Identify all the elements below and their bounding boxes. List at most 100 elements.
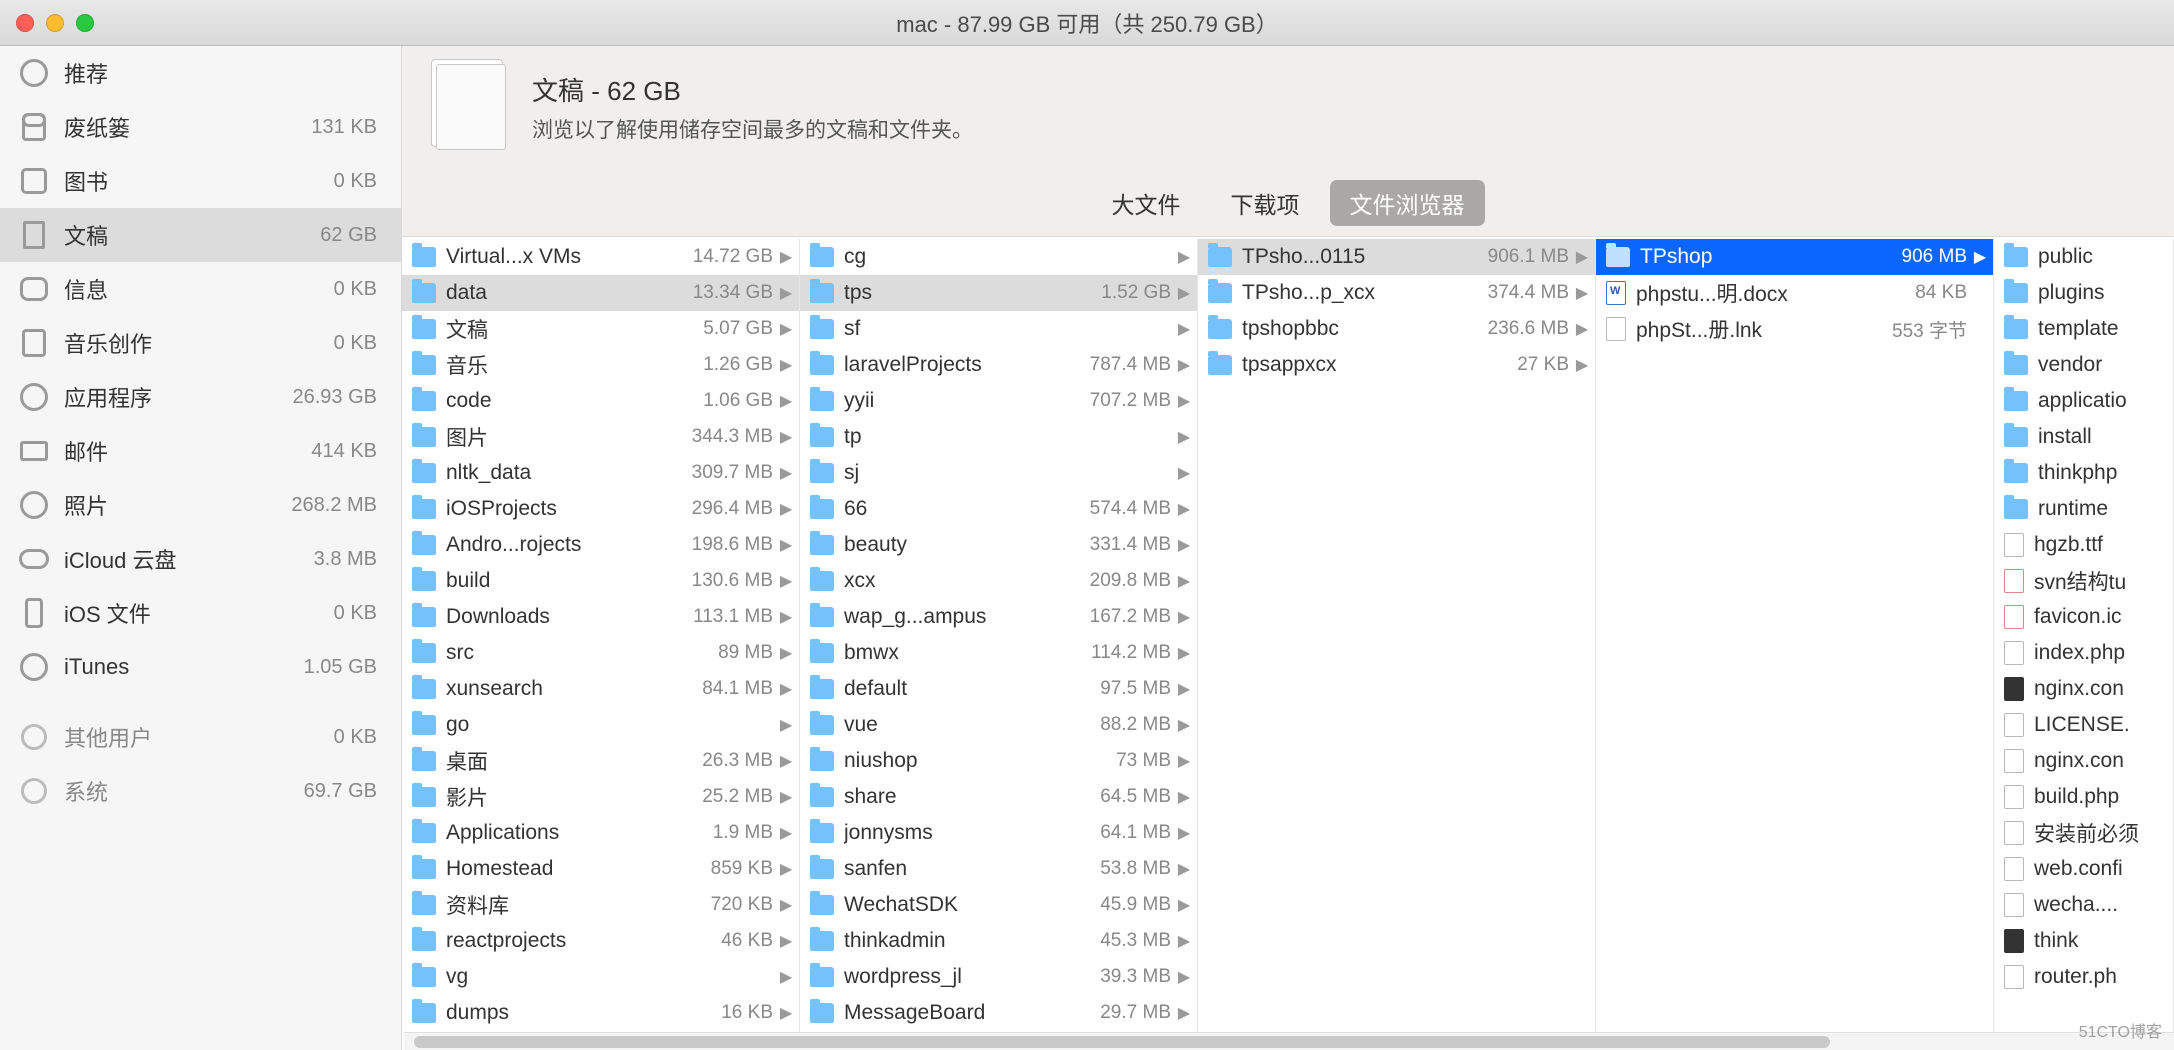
zoom-button[interactable] [76,14,94,32]
file-row[interactable]: xunsearch 84.1 MB ▶ [402,671,799,707]
file-row[interactable]: sj ▶ [800,455,1197,491]
file-row[interactable]: sf ▶ [800,311,1197,347]
file-row[interactable]: plugins [1994,275,2173,311]
file-row[interactable]: Homestead 859 KB ▶ [402,851,799,887]
file-row[interactable]: vue 88.2 MB ▶ [800,707,1197,743]
file-row[interactable]: Andro...rojects 198.6 MB ▶ [402,527,799,563]
file-row[interactable]: tpshopbbc 236.6 MB ▶ [1198,311,1595,347]
file-row[interactable]: TPshop 906 MB ▶ [1596,239,1993,275]
file-row[interactable]: jonnysms 64.1 MB ▶ [800,815,1197,851]
file-row[interactable]: 资料库 720 KB ▶ [402,887,799,923]
sidebar-item-itunes[interactable]: iTunes 1.05 GB [0,640,401,694]
file-row[interactable]: tps 1.52 GB ▶ [800,275,1197,311]
browser-column[interactable]: TPshop 906 MB ▶ phpstu...明.docx 84 KB ph… [1596,239,1994,1050]
sidebar-item-music[interactable]: 音乐创作 0 KB [0,316,401,370]
red-icon [2004,569,2024,593]
file-row[interactable]: go ▶ [402,707,799,743]
close-button[interactable] [16,14,34,32]
file-row[interactable]: reactprojects 46 KB ▶ [402,923,799,959]
file-row[interactable]: index.php [1994,635,2173,671]
file-row[interactable]: beauty 331.4 MB ▶ [800,527,1197,563]
file-row[interactable]: hgzb.ttf [1994,527,2173,563]
file-row[interactable]: wecha.... [1994,887,2173,923]
file-row[interactable]: install [1994,419,2173,455]
file-row[interactable]: build.php [1994,779,2173,815]
sidebar-item-docs[interactable]: 文稿 62 GB [0,208,401,262]
file-row[interactable]: xcx 209.8 MB ▶ [800,563,1197,599]
file-row[interactable]: runtime [1994,491,2173,527]
horizontal-scrollbar[interactable] [404,1032,2174,1050]
file-row[interactable]: iOSProjects 296.4 MB ▶ [402,491,799,527]
file-row[interactable]: yyii 707.2 MB ▶ [800,383,1197,419]
file-row[interactable]: nginx.con [1994,743,2173,779]
sidebar-item-photos[interactable]: 照片 268.2 MB [0,478,401,532]
file-row[interactable]: 影片 25.2 MB ▶ [402,779,799,815]
file-row[interactable]: sanfen 53.8 MB ▶ [800,851,1197,887]
file-row[interactable]: bmwx 114.2 MB ▶ [800,635,1197,671]
sidebar-item-system[interactable]: 系统 69.7 GB [0,764,401,818]
tab-文件浏览器[interactable]: 文件浏览器 [1330,180,1485,226]
file-row[interactable]: vg ▶ [402,959,799,995]
file-row[interactable]: tp ▶ [800,419,1197,455]
file-row[interactable]: 文稿 5.07 GB ▶ [402,311,799,347]
file-row[interactable]: dumps 16 KB ▶ [402,995,799,1031]
file-row[interactable]: LICENSE. [1994,707,2173,743]
file-row[interactable]: wordpress_jl 39.3 MB ▶ [800,959,1197,995]
file-row[interactable]: default 97.5 MB ▶ [800,671,1197,707]
file-row[interactable]: build 130.6 MB ▶ [402,563,799,599]
file-row[interactable]: MessageBoard 29.7 MB ▶ [800,995,1197,1031]
file-row[interactable]: thinkadmin 45.3 MB ▶ [800,923,1197,959]
file-row[interactable]: 安装前必须 [1994,815,2173,851]
file-row[interactable]: public [1994,239,2173,275]
file-row[interactable]: favicon.ic [1994,599,2173,635]
file-row[interactable]: laravelProjects 787.4 MB ▶ [800,347,1197,383]
file-row[interactable]: code 1.06 GB ▶ [402,383,799,419]
scrollbar-thumb[interactable] [414,1036,1830,1048]
file-row[interactable]: 桌面 26.3 MB ▶ [402,743,799,779]
file-row[interactable]: WechatSDK 45.9 MB ▶ [800,887,1197,923]
sidebar-recommend[interactable]: 推荐 [0,46,401,100]
browser-column[interactable]: TPsho...0115 906.1 MB ▶ TPsho...p_xcx 37… [1198,239,1596,1050]
file-row[interactable]: TPsho...0115 906.1 MB ▶ [1198,239,1595,275]
file-row[interactable]: nltk_data 309.7 MB ▶ [402,455,799,491]
file-row[interactable]: cg ▶ [800,239,1197,275]
browser-column[interactable]: Virtual...x VMs 14.72 GB ▶ data 13.34 GB… [402,239,800,1050]
file-row[interactable]: svn结构tu [1994,563,2173,599]
file-row[interactable]: applicatio [1994,383,2173,419]
sidebar-item-mail[interactable]: 邮件 414 KB [0,424,401,478]
sidebar-item-messages[interactable]: 信息 0 KB [0,262,401,316]
file-row[interactable]: thinkphp [1994,455,2173,491]
file-row[interactable]: niushop 73 MB ▶ [800,743,1197,779]
file-row[interactable]: tpsappxcx 27 KB ▶ [1198,347,1595,383]
file-row[interactable]: nginx.con [1994,671,2173,707]
file-row[interactable]: template [1994,311,2173,347]
sidebar-item-books[interactable]: 图书 0 KB [0,154,401,208]
tab-大文件[interactable]: 大文件 [1092,180,1201,226]
sidebar-item-ios[interactable]: iOS 文件 0 KB [0,586,401,640]
file-row[interactable]: Downloads 113.1 MB ▶ [402,599,799,635]
file-row[interactable]: phpstu...明.docx 84 KB [1596,275,1993,311]
file-row[interactable]: 66 574.4 MB ▶ [800,491,1197,527]
file-row[interactable]: 音乐 1.26 GB ▶ [402,347,799,383]
file-row[interactable]: think [1994,923,2173,959]
browser-column[interactable]: cg ▶ tps 1.52 GB ▶ sf ▶ laravelProjects … [800,239,1198,1050]
browser-column[interactable]: public plugins template vendor applicati… [1994,239,2174,1050]
file-row[interactable]: router.ph [1994,959,2173,995]
file-row[interactable]: 图片 344.3 MB ▶ [402,419,799,455]
file-row[interactable]: src 89 MB ▶ [402,635,799,671]
tab-下载项[interactable]: 下载项 [1211,180,1320,226]
file-row[interactable]: TPsho...p_xcx 374.4 MB ▶ [1198,275,1595,311]
sidebar-item-trash[interactable]: 废纸篓 131 KB [0,100,401,154]
file-row[interactable]: wap_g...ampus 167.2 MB ▶ [800,599,1197,635]
sidebar-item-icloud[interactable]: iCloud 云盘 3.8 MB [0,532,401,586]
file-row[interactable]: vendor [1994,347,2173,383]
sidebar-item-users[interactable]: 其他用户 0 KB [0,710,401,764]
sidebar-item-apps[interactable]: 应用程序 26.93 GB [0,370,401,424]
file-row[interactable]: Virtual...x VMs 14.72 GB ▶ [402,239,799,275]
file-row[interactable]: Applications 1.9 MB ▶ [402,815,799,851]
file-row[interactable]: data 13.34 GB ▶ [402,275,799,311]
file-row[interactable]: phpSt...册.lnk 553 字节 [1596,311,1993,347]
file-row[interactable]: web.confi [1994,851,2173,887]
minimize-button[interactable] [46,14,64,32]
file-row[interactable]: share 64.5 MB ▶ [800,779,1197,815]
